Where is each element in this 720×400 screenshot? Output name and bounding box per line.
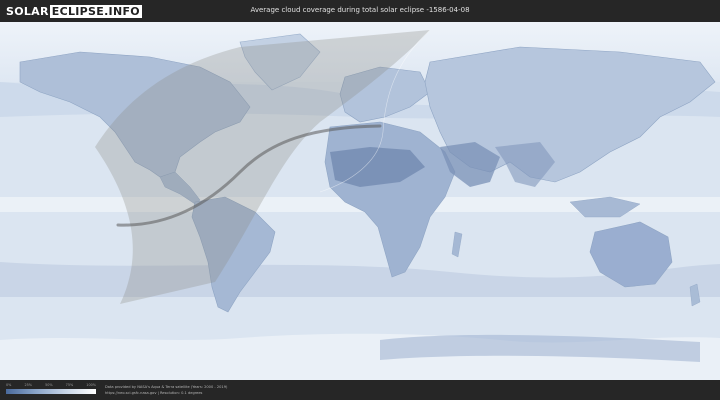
legend-tick: 100% [86, 383, 96, 387]
legend-tick: 25% [24, 383, 32, 387]
top-bar: SOLAR ECLIPSE.INFO Average cloud coverag… [0, 0, 720, 22]
bottom-bar: 0% 25% 50% 75% 100% Data provided by NAS… [0, 380, 720, 400]
page-title: Average cloud coverage during total sola… [250, 6, 470, 14]
legend-tick: 0% [6, 383, 12, 387]
data-url-resolution[interactable]: https://neo.sci.gsfc.nasa.gov | Resoluti… [105, 390, 227, 396]
legend-color-bar [6, 389, 96, 394]
data-attribution: Data provided by NASA's Aqua & Terra sat… [105, 384, 227, 396]
cloud-coverage-map [0, 22, 720, 380]
legend-tick: 50% [45, 383, 53, 387]
legend-ticks: 0% 25% 50% 75% 100% [6, 383, 96, 388]
legend-tick: 75% [65, 383, 74, 387]
world-map-svg [0, 22, 720, 380]
cloud-coverage-legend: 0% 25% 50% 75% 100% [6, 383, 96, 394]
